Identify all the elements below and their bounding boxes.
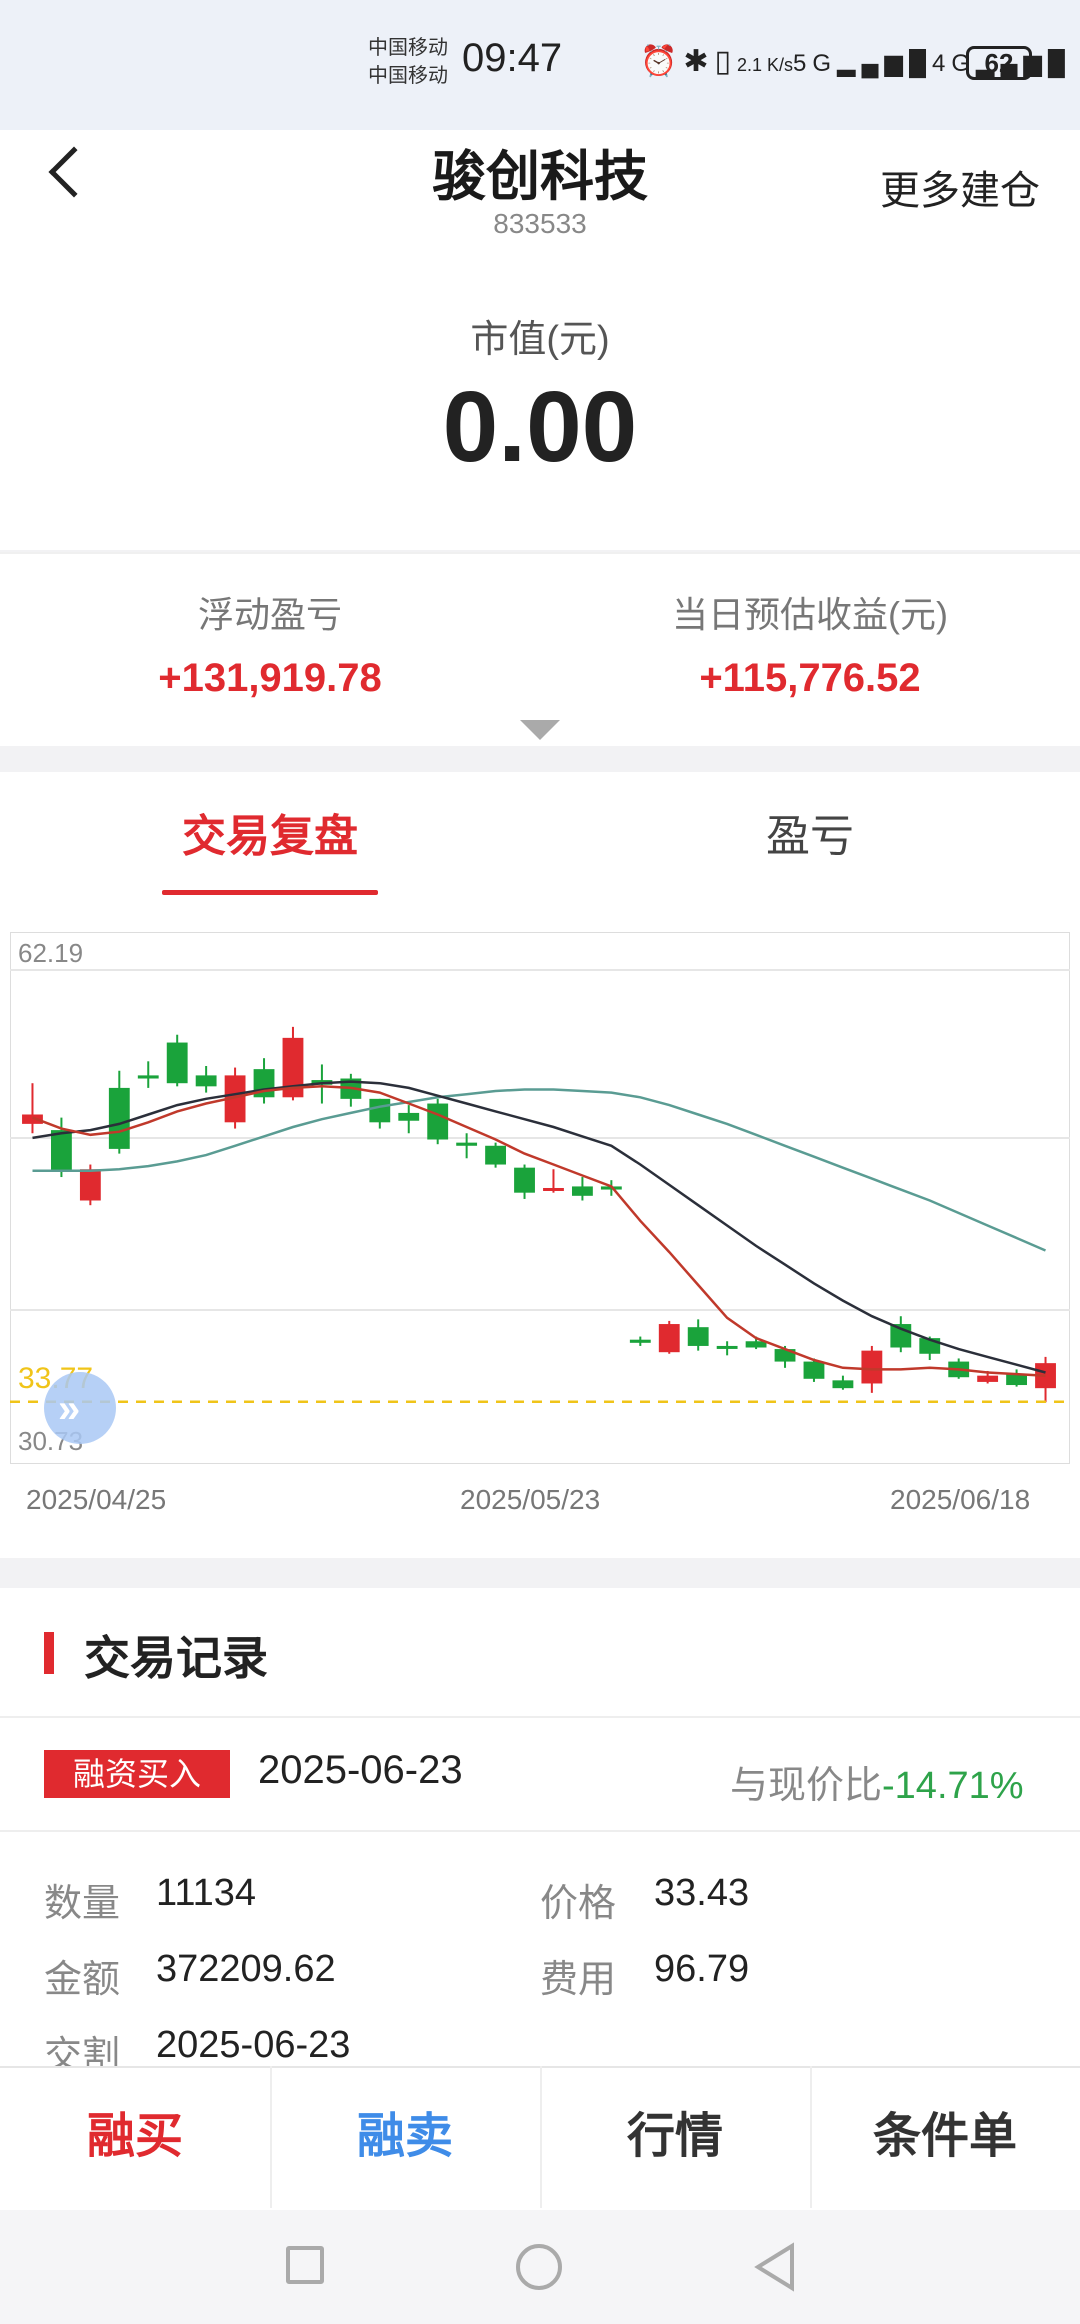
bluetooth-icon: ✱ [683,45,715,78]
expand-arrows-icon[interactable]: » [44,1372,116,1444]
records-title: 交易记录 [84,1632,268,1684]
net-speed: 2.1 K/s [737,55,794,75]
trade-type-badge: 融资买入 [44,1750,230,1798]
margin-buy-button[interactable]: 融买 [0,2066,270,2208]
candle-body [716,1345,738,1349]
candle-body [79,1169,101,1201]
candle-body [832,1380,854,1389]
candle-body [398,1112,420,1121]
candle-body [195,1075,217,1087]
candle-body [137,1075,159,1079]
candle-body [629,1339,651,1343]
section-accent [44,1632,54,1674]
candle-body [571,1186,593,1196]
candle-body [803,1361,825,1379]
chart-frame [10,932,1070,1464]
fee-value: 96.79 [654,1948,750,1990]
float-pnl-value: +131,919.78 [158,656,382,700]
candle-body [514,1167,535,1193]
settle-value: 2025-06-23 [156,2024,351,2066]
alarm-icon: ⏰ [640,45,684,78]
market-value: 0.00 [442,371,638,483]
active-tab-underline [162,890,378,895]
today-pnl-label: 当日预估收益(元) [672,594,948,635]
more-position-button[interactable]: 更多建仓 [880,158,1040,216]
candle-body [543,1187,564,1191]
clock: 09:47 [462,36,563,80]
y-max-label: 62.19 [18,938,83,968]
expand-caret-icon[interactable] [520,720,560,740]
price-compare: 与现价比-14.71% [730,1754,1024,1809]
tab-trade-review[interactable]: 交易复盘 [160,800,380,864]
x-label-start: 2025/04/25 [26,1484,167,1515]
candle-body [427,1103,449,1140]
conditional-order-button[interactable]: 条件单 [810,2066,1080,2208]
battery-icon: 62 [966,46,1032,80]
amount-label: 金额 [44,1959,121,2001]
divider [0,1830,1080,1832]
tab-pnl[interactable]: 盈亏 [700,800,920,864]
back-nav-icon[interactable] [752,2242,796,2292]
float-pnl-label: 浮动盈亏 [197,594,342,635]
candlestick-chart[interactable]: 62.19 33.77 30.73 » [10,932,1070,1464]
candle-body [166,1042,188,1084]
qty-value: 11134 [156,1872,257,1914]
divider [0,1716,1080,1718]
trade-date: 2025-06-23 [258,1748,463,1792]
candle-body [50,1130,72,1171]
price-compare-label: 与现价比 [730,1765,883,1807]
5g-signal-icon: 5G▂▄▆█ [793,50,932,77]
amount-value: 372209.62 [156,1948,336,1990]
candle-body [977,1375,999,1382]
margin-sell-button[interactable]: 融卖 [270,2066,540,2208]
carrier-labels: 中国移动 中国移动 [368,34,448,90]
battery-tip [1033,56,1038,70]
pnl-panel [0,552,1080,746]
candle-body [108,1087,130,1149]
candle-body [861,1350,883,1384]
x-label-mid: 2025/05/23 [460,1484,601,1515]
candle-body [658,1324,680,1353]
price-compare-value: -14.71% [882,1765,1024,1807]
fee-label: 费用 [540,1959,617,2001]
vibrate-icon: ▯ [714,45,738,78]
quote-button[interactable]: 行情 [540,2066,810,2208]
carrier-1: 中国移动 [368,37,448,59]
svg-text:»: » [58,1387,80,1431]
market-value-label: 市值(元) [470,319,610,361]
price-value: 33.43 [654,1872,750,1914]
page-title: 骏创科技 [432,147,648,207]
candle-body [687,1327,709,1346]
x-label-end: 2025/06/18 [890,1484,1031,1515]
today-pnl-value: +115,776.52 [699,656,921,700]
home-icon[interactable] [516,2244,562,2290]
candle-body [456,1142,478,1146]
stock-code: 833533 [493,208,587,239]
candle-body [369,1098,391,1123]
carrier-2: 中国移动 [368,65,448,87]
candle-body [485,1145,507,1165]
recent-apps-icon[interactable] [286,2246,324,2284]
price-label: 价格 [540,1883,617,1925]
qty-label: 数量 [44,1883,121,1925]
